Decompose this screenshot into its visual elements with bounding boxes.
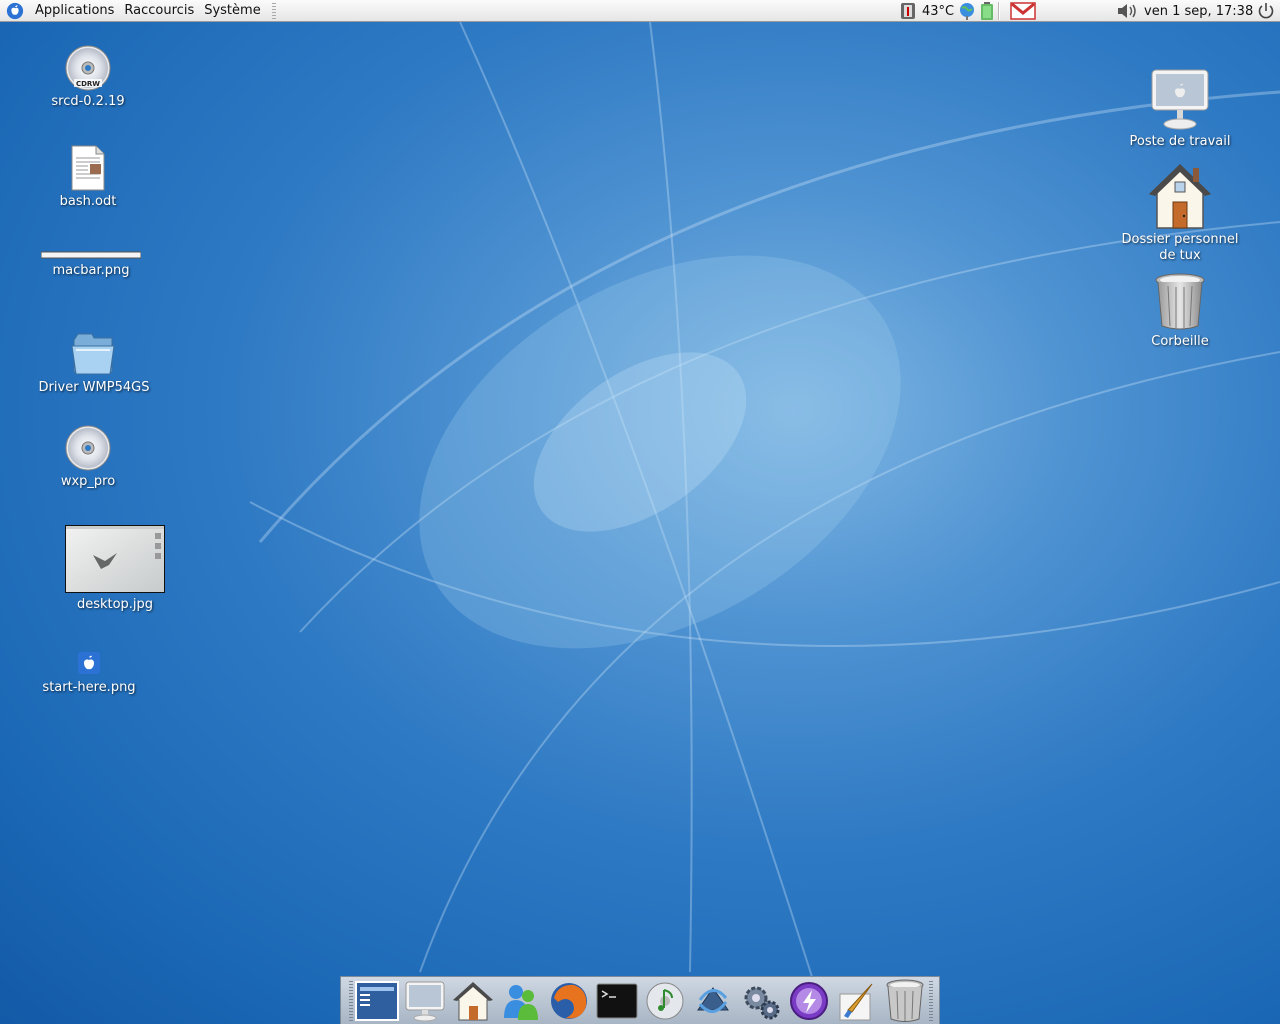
tray-separator: [998, 2, 1001, 20]
dock-item-trash[interactable]: [881, 978, 929, 1024]
desktop-icon-driver[interactable]: Driver WMP54GS: [36, 330, 152, 396]
messenger-icon: [504, 984, 538, 1020]
dock-item-terminal[interactable]: [593, 978, 641, 1024]
apple-menu-icon[interactable]: [6, 2, 24, 20]
dock-item-music-player[interactable]: [641, 978, 689, 1024]
desktop-icon-dossier-personnel[interactable]: Dossier personnel de tux: [1116, 162, 1244, 264]
gmail-notifier-icon[interactable]: [1010, 1, 1036, 21]
desktop-icon-label: desktop.jpg: [76, 597, 154, 612]
home-icon: [453, 981, 493, 1020]
desktop-icon-label: Corbeille: [1151, 334, 1209, 349]
computer-icon: [405, 981, 445, 1021]
menu-systeme[interactable]: Système: [199, 0, 265, 22]
folder-icon: [71, 333, 115, 375]
home-folder-icon: [1149, 164, 1211, 229]
document-icon: [71, 145, 105, 191]
trash-icon: [886, 979, 924, 1022]
desktop-icon-label: start-here.png: [42, 680, 136, 695]
paint-brush-icon: [839, 983, 873, 1020]
desktop-icon-macbar[interactable]: macbar.png: [40, 251, 142, 279]
desktop-icon-corbeille[interactable]: Corbeille: [1130, 272, 1230, 350]
dock-item-computer[interactable]: [401, 978, 449, 1024]
desktop-icon-label-line2: de tux: [1159, 248, 1201, 263]
dock-item-home[interactable]: [449, 978, 497, 1024]
desktop-icon-label: macbar.png: [52, 263, 130, 278]
temperature-readout: 43°C: [922, 3, 955, 19]
top-panel: Applications Raccourcis Système 43°C ven…: [0, 0, 1280, 22]
dock-grip-right[interactable]: [929, 980, 933, 1021]
update-icon: [697, 986, 729, 1013]
desktop-icon-label: wxp_pro: [60, 474, 116, 489]
desktop-icon-wxp-pro[interactable]: wxp_pro: [38, 424, 138, 490]
power-icon[interactable]: [1257, 2, 1275, 20]
desktop-icon-label: Driver WMP54GS: [38, 380, 150, 395]
image-bar-icon: [41, 251, 141, 259]
volume-icon[interactable]: [1116, 2, 1138, 20]
clock[interactable]: ven 1 sep, 17:38: [1144, 4, 1253, 19]
network-globe-icon[interactable]: [958, 2, 976, 20]
apple-logo-icon: [78, 652, 100, 674]
desktop-switcher-icon: [355, 980, 399, 1021]
image-thumbnail-icon: [65, 525, 165, 593]
dock-item-update[interactable]: [689, 978, 737, 1024]
terminal-icon: [596, 983, 638, 1018]
dock-item-settings[interactable]: [737, 978, 785, 1024]
dock: [340, 976, 940, 1024]
desktop-icon-poste-de-travail[interactable]: Poste de travail: [1120, 68, 1240, 150]
desktop-icon-label-line1: Dossier personnel: [1121, 232, 1239, 247]
wallpaper: [249, 22, 1280, 1003]
desktop-icon-label: Poste de travail: [1129, 134, 1231, 149]
settings-gears-icon: [744, 986, 780, 1019]
dock-item-messenger[interactable]: [497, 978, 545, 1024]
thermometer-icon[interactable]: [898, 1, 918, 21]
computer-icon: [1151, 69, 1209, 130]
menu-raccourcis[interactable]: Raccourcis: [119, 0, 199, 22]
desktop-icon-label: bash.odt: [59, 194, 117, 209]
desktop-icon-desktop-jpg[interactable]: desktop.jpg: [64, 525, 166, 613]
music-player-icon: [646, 982, 684, 1019]
panel-grip[interactable]: [271, 2, 276, 19]
cdrw-disc-icon: CDRW: [65, 45, 111, 91]
desktop-icon-bash-odt[interactable]: bash.odt: [38, 144, 138, 210]
firefox-icon: [551, 982, 587, 1019]
dock-item-lightning-app[interactable]: [785, 978, 833, 1024]
dock-item-desktop-switcher[interactable]: [353, 978, 401, 1024]
dock-item-paint[interactable]: [833, 978, 881, 1024]
system-tray-right: ven 1 sep, 17:38: [1116, 0, 1275, 22]
svg-text:CDRW: CDRW: [76, 80, 100, 88]
lightning-app-icon: [790, 981, 828, 1020]
system-tray-left: 43°C: [898, 0, 1036, 22]
cd-disc-icon: [65, 425, 111, 471]
desktop-icon-start-here[interactable]: start-here.png: [38, 652, 140, 696]
trash-icon: [1155, 273, 1205, 330]
battery-icon[interactable]: [980, 2, 994, 20]
dock-item-firefox[interactable]: [545, 978, 593, 1024]
desktop-icon-srcd[interactable]: CDRW srcd-0.2.19: [38, 44, 138, 110]
menu-applications[interactable]: Applications: [30, 0, 119, 22]
desktop-icon-label: srcd-0.2.19: [51, 94, 125, 109]
